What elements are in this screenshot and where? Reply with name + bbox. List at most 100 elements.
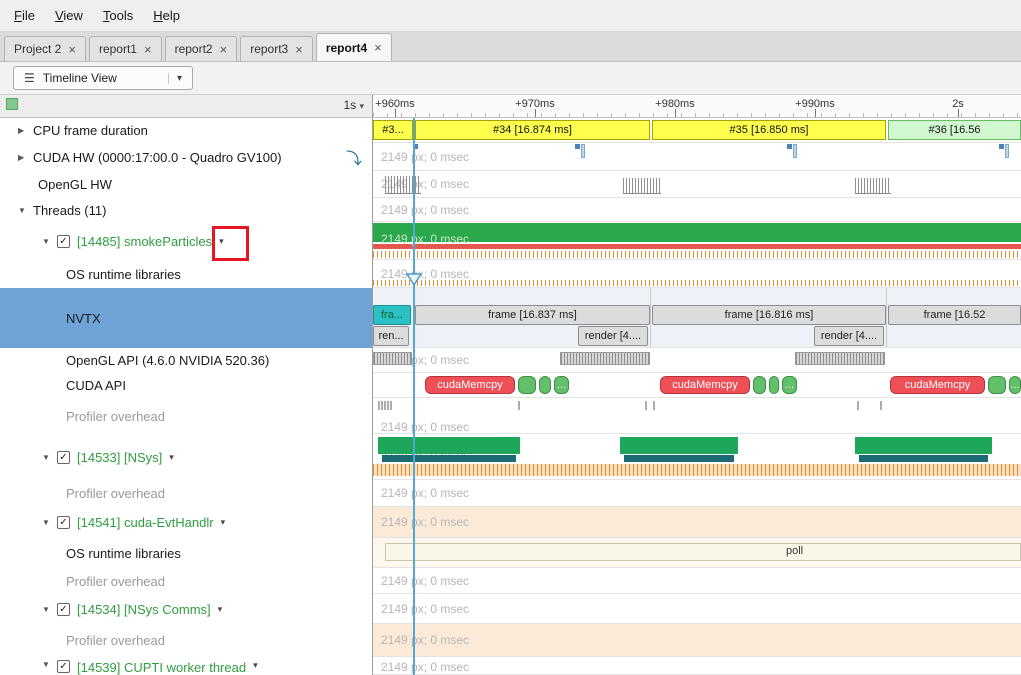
nvtx-render-bar[interactable]: ren... bbox=[373, 326, 409, 346]
frame-bar[interactable]: #35 [16.850 ms] bbox=[652, 120, 886, 140]
thread-options-dropdown-icon[interactable]: ▾ bbox=[221, 517, 226, 528]
tab-report4[interactable]: report4 × bbox=[316, 33, 392, 61]
tree-item-opengl-hw[interactable]: OpenGL HW bbox=[0, 171, 373, 198]
frame-bar[interactable]: #34 [16.874 ms] bbox=[415, 120, 650, 140]
cuda-activity-bar[interactable] bbox=[1005, 144, 1009, 158]
expander-expanded-icon[interactable]: ▼ bbox=[42, 660, 57, 669]
track-os-runtime-poll[interactable]: poll bbox=[373, 538, 1021, 568]
view-selector-dropdown[interactable]: ☰ Timeline View ▾ bbox=[13, 66, 193, 90]
tree-item-nvtx[interactable]: NVTX bbox=[0, 288, 373, 348]
track-opengl-api[interactable]: 2149 px; 0 msec bbox=[373, 348, 1021, 373]
timeline-cursor-handle[interactable] bbox=[406, 273, 422, 286]
tab-report1[interactable]: report1 × bbox=[89, 36, 162, 61]
menu-help[interactable]: Help bbox=[143, 2, 190, 29]
menu-tools[interactable]: Tools bbox=[93, 2, 143, 29]
track-cuda-api[interactable]: cudaMemcpy ... cudaMemcpy ... cudaMemcpy… bbox=[373, 373, 1021, 398]
tree-item-cuda-hw[interactable]: ▶ CUDA HW (0000:17:00.0 - Quadro GV100) … bbox=[0, 143, 373, 171]
thread-checkbox[interactable]: ✓ bbox=[57, 451, 70, 464]
tree-item-profiler-overhead[interactable]: Profiler overhead bbox=[0, 568, 373, 594]
tree-item-threads[interactable]: ▼ Threads (11) bbox=[0, 198, 373, 222]
track-thread-nsys[interactable]: 2149 px; 0 msec bbox=[373, 434, 1021, 480]
track-opengl-hw[interactable]: 2149 px; 0 msec bbox=[373, 171, 1021, 198]
timeline-scale-selector[interactable]: 1s ▾ bbox=[343, 98, 364, 112]
track-os-runtime[interactable]: 2149 px; 0 msec bbox=[373, 260, 1021, 288]
thread-state-bar[interactable] bbox=[624, 455, 734, 462]
track-profiler-overhead[interactable]: 2149 px; 0 msec bbox=[373, 480, 1021, 507]
track-thread-cupti[interactable]: 2149 px; 0 msec bbox=[373, 657, 1021, 675]
cuda-api-call-bar[interactable] bbox=[518, 376, 536, 394]
nvtx-render-bar[interactable]: render [4.... bbox=[578, 326, 648, 346]
thread-state-bar[interactable] bbox=[382, 455, 516, 462]
track-nvtx[interactable]: fra... frame [16.837 ms] frame [16.816 m… bbox=[373, 288, 1021, 348]
tree-item-cuda-api[interactable]: CUDA API bbox=[0, 373, 373, 398]
tree-item-thread-cupti[interactable]: ▼ ✓ [14539] CUPTI worker thread ▾ bbox=[0, 657, 373, 675]
track-thread-smokeparticles[interactable]: 2149 px; 0 msec bbox=[373, 222, 1021, 260]
cuda-memcpy-bar[interactable]: cudaMemcpy bbox=[425, 376, 515, 394]
thread-checkbox[interactable]: ✓ bbox=[57, 603, 70, 616]
tree-item-profiler-overhead[interactable]: Profiler overhead bbox=[0, 624, 373, 657]
expander-expanded-icon[interactable]: ▼ bbox=[42, 605, 57, 614]
close-icon[interactable]: × bbox=[68, 42, 76, 57]
cuda-activity-bar[interactable] bbox=[581, 144, 585, 158]
track-cpu-frame-duration[interactable]: #3... #34 [16.874 ms] #35 [16.850 ms] #3… bbox=[373, 118, 1021, 143]
thread-state-bar[interactable] bbox=[859, 455, 988, 462]
track-profiler-overhead[interactable]: 2149 px; 0 msec bbox=[373, 398, 1021, 434]
expander-expanded-icon[interactable]: ▼ bbox=[42, 518, 57, 527]
menu-view[interactable]: View bbox=[45, 2, 93, 29]
cuda-api-more-bar[interactable]: ... bbox=[1009, 376, 1021, 394]
thread-running-bar[interactable] bbox=[378, 437, 520, 454]
tree-item-thread-smokeparticles[interactable]: ▼ ✓ [14485] smokeParticles ▾ bbox=[0, 222, 373, 260]
track-profiler-overhead[interactable]: 2149 px; 0 msec bbox=[373, 624, 1021, 657]
nvtx-render-bar[interactable]: render [4.... bbox=[814, 326, 884, 346]
thread-options-dropdown-icon[interactable]: ▾ bbox=[169, 452, 174, 463]
expander-collapsed-icon[interactable]: ▶ bbox=[18, 126, 33, 135]
expander-expanded-icon[interactable]: ▼ bbox=[42, 453, 57, 462]
close-icon[interactable]: × bbox=[144, 42, 152, 57]
tab-report2[interactable]: report2 × bbox=[165, 36, 238, 61]
tree-item-os-runtime[interactable]: OS runtime libraries bbox=[0, 260, 373, 288]
cuda-api-more-bar[interactable]: ... bbox=[782, 376, 797, 394]
expander-expanded-icon[interactable]: ▼ bbox=[18, 206, 33, 215]
cuda-api-call-bar[interactable] bbox=[988, 376, 1006, 394]
thread-checkbox[interactable]: ✓ bbox=[57, 235, 70, 248]
track-profiler-overhead[interactable]: 2149 px; 0 msec bbox=[373, 568, 1021, 594]
expander-collapsed-icon[interactable]: ▶ bbox=[18, 153, 33, 162]
cuda-api-call-bar[interactable] bbox=[753, 376, 766, 394]
tab-project-2[interactable]: Project 2 × bbox=[4, 36, 86, 61]
thread-running-bar[interactable] bbox=[855, 437, 992, 454]
cuda-api-call-bar[interactable] bbox=[769, 376, 779, 394]
tree-item-thread-nsys[interactable]: ▼ ✓ [14533] [NSys] ▾ bbox=[0, 434, 373, 480]
frame-bar[interactable]: #3... bbox=[373, 120, 413, 140]
nvtx-frame-bar[interactable]: frame [16.52 bbox=[888, 305, 1021, 325]
poll-bar[interactable]: poll bbox=[385, 543, 1021, 561]
thread-running-bar[interactable] bbox=[620, 437, 738, 454]
nvtx-frame-bar[interactable]: frame [16.816 ms] bbox=[652, 305, 886, 325]
tree-item-os-runtime[interactable]: OS runtime libraries bbox=[0, 538, 373, 568]
opengl-api-bar[interactable] bbox=[560, 352, 650, 365]
track-threads[interactable]: 2149 px; 0 msec bbox=[373, 198, 1021, 222]
timeline-ruler[interactable]: +960ms +970ms +980ms +990ms 2s bbox=[373, 95, 1021, 118]
thread-options-dropdown-icon[interactable]: ▾ bbox=[218, 604, 223, 615]
cuda-memcpy-bar[interactable]: cudaMemcpy bbox=[660, 376, 750, 394]
tree-item-thread-nsys-comms[interactable]: ▼ ✓ [14534] [NSys Comms] ▾ bbox=[0, 594, 373, 624]
cuda-api-call-bar[interactable] bbox=[539, 376, 551, 394]
opengl-api-bar[interactable] bbox=[373, 352, 412, 365]
histogram-cluster[interactable] bbox=[385, 176, 421, 194]
track-thread-nsys-comms[interactable]: 2149 px; 0 msec bbox=[373, 594, 1021, 624]
histogram-cluster[interactable] bbox=[623, 178, 661, 194]
thread-state-band[interactable] bbox=[373, 244, 1021, 249]
expander-expanded-icon[interactable]: ▼ bbox=[42, 237, 57, 246]
tab-report3[interactable]: report3 × bbox=[240, 36, 313, 61]
thread-checkbox[interactable]: ✓ bbox=[57, 660, 70, 673]
nvtx-frame-bar[interactable]: fra... bbox=[373, 305, 411, 325]
histogram-cluster[interactable] bbox=[855, 178, 891, 194]
close-icon[interactable]: × bbox=[220, 42, 228, 57]
close-icon[interactable]: × bbox=[295, 42, 303, 57]
tree-item-profiler-overhead[interactable]: Profiler overhead bbox=[0, 398, 373, 434]
tree-item-profiler-overhead[interactable]: Profiler overhead bbox=[0, 480, 373, 507]
thread-checkbox[interactable]: ✓ bbox=[57, 516, 70, 529]
tree-item-opengl-api[interactable]: OpenGL API (4.6.0 NVIDIA 520.36) bbox=[0, 348, 373, 373]
tree-item-cpu-frame-duration[interactable]: ▶ CPU frame duration bbox=[0, 118, 373, 143]
timeline-cursor-line[interactable] bbox=[413, 118, 415, 675]
opengl-api-bar[interactable] bbox=[795, 352, 885, 365]
